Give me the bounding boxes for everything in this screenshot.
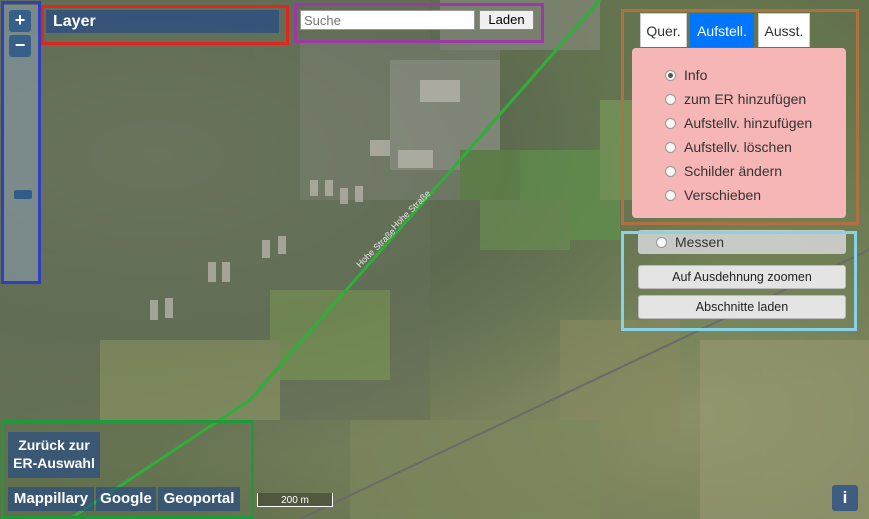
option-change-signs[interactable]: Schilder ändern xyxy=(665,161,782,181)
tab-ausst[interactable]: Ausst. xyxy=(758,13,810,47)
zoom-out-button[interactable]: − xyxy=(9,35,31,57)
info-button[interactable]: i xyxy=(832,485,858,511)
search-input[interactable] xyxy=(300,10,475,30)
zoom-to-extent-button[interactable]: Auf Ausdehnung zoomen xyxy=(638,265,846,289)
mappillary-link[interactable]: Mappillary xyxy=(8,487,94,511)
option-add-aufstellv[interactable]: Aufstellv. hinzufügen xyxy=(665,113,812,133)
option-delete-aufstellv[interactable]: Aufstellv. löschen xyxy=(665,137,792,157)
load-button[interactable]: Laden xyxy=(479,10,534,30)
option-measure[interactable]: Messen xyxy=(656,232,724,252)
radio-icon[interactable] xyxy=(656,236,667,248)
radio-selected-icon[interactable] xyxy=(665,69,676,81)
radio-icon[interactable] xyxy=(665,189,676,201)
radio-icon[interactable] xyxy=(665,117,676,129)
layer-button[interactable]: Layer xyxy=(46,10,279,33)
google-link[interactable]: Google xyxy=(96,487,156,511)
tab-quer[interactable]: Quer. xyxy=(640,13,687,47)
radio-icon[interactable] xyxy=(665,165,676,177)
option-info[interactable]: Info xyxy=(665,65,707,85)
zoom-in-button[interactable]: + xyxy=(9,10,31,32)
load-sections-button[interactable]: Abschnitte laden xyxy=(638,295,846,319)
geoportal-link[interactable]: Geoportal xyxy=(158,487,240,511)
back-to-er-selection-button[interactable]: Zurück zur ER-Auswahl xyxy=(8,432,100,478)
radio-icon[interactable] xyxy=(665,141,676,153)
zoom-slider-handle[interactable] xyxy=(14,190,32,199)
option-add-to-er[interactable]: zum ER hinzufügen xyxy=(665,89,806,109)
tab-aufstell[interactable]: Aufstell. xyxy=(690,13,754,47)
scale-bar: 200 m xyxy=(257,493,333,507)
option-move[interactable]: Verschieben xyxy=(665,185,761,205)
radio-icon[interactable] xyxy=(665,93,676,105)
